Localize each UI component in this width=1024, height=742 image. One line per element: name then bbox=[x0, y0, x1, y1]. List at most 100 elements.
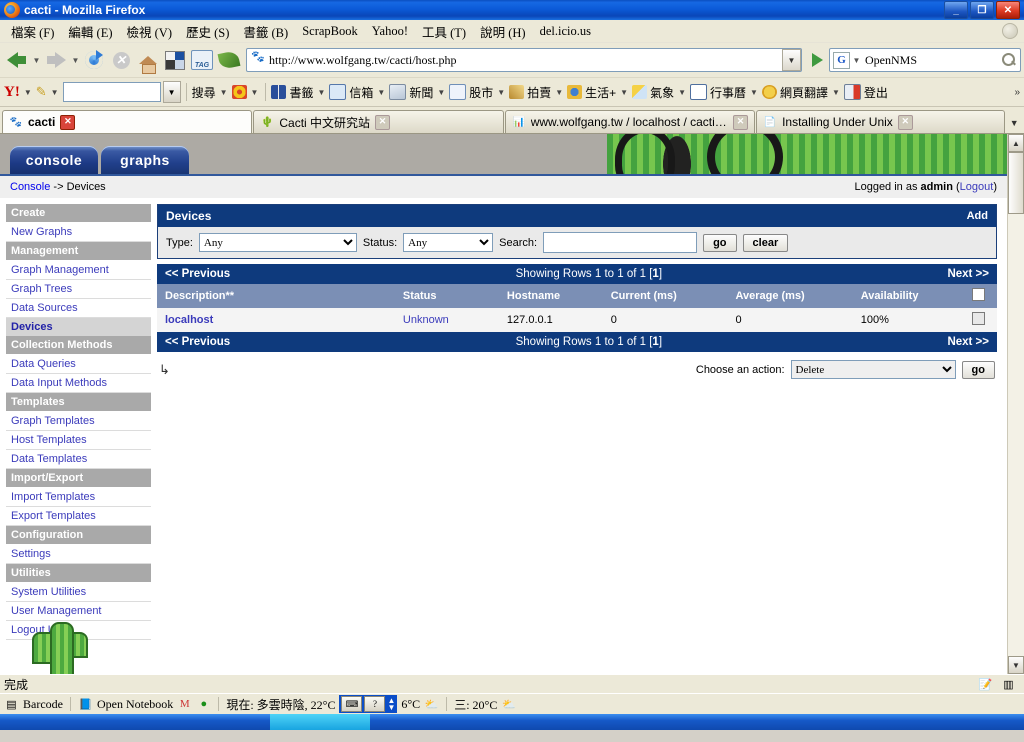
previous-page-link-top[interactable]: << Previous bbox=[165, 268, 230, 280]
power-icon[interactable]: ● bbox=[196, 697, 211, 711]
breadcrumb-link-console[interactable]: Console bbox=[10, 181, 50, 193]
scroll-down-button[interactable]: ▼ bbox=[1008, 656, 1024, 674]
tab-close-icon[interactable]: ✕ bbox=[897, 114, 913, 130]
column-average-ms[interactable]: Average (ms) bbox=[727, 284, 853, 308]
pencil-icon[interactable]: ✎ bbox=[36, 84, 47, 100]
add-device-link[interactable]: Add bbox=[967, 210, 988, 222]
notes-icon[interactable]: 📝 bbox=[977, 677, 994, 692]
ime-spinner-icon[interactable]: ▲ ▼ bbox=[387, 697, 395, 712]
address-dropdown-icon[interactable]: ▼ bbox=[782, 49, 801, 71]
sidebar-item-import-templates[interactable]: Import Templates bbox=[6, 488, 151, 507]
sidebar-item-data-queries[interactable]: Data Queries bbox=[6, 355, 151, 374]
yahoo-search-dropdown-icon[interactable]: ▼ bbox=[162, 81, 181, 103]
ime-keyboard-icon[interactable]: ⌨ bbox=[341, 696, 363, 712]
browser-tab-installing-under-unix[interactable]: 📄 Installing Under Unix ✕ bbox=[756, 110, 1006, 133]
menu-item-edit[interactable]: 編輯 (E) bbox=[61, 19, 119, 44]
yahoo-item-news[interactable]: 新聞 bbox=[389, 84, 433, 101]
open-notebook-label[interactable]: Open Notebook bbox=[97, 697, 173, 712]
tab-close-icon[interactable]: ✕ bbox=[60, 114, 76, 130]
yahoo-item-weather[interactable]: 氣象 bbox=[632, 84, 674, 101]
forward-dropdown-icon[interactable]: ▼ bbox=[71, 47, 80, 73]
page-scrollbar[interactable]: ▲ ▼ bbox=[1007, 134, 1024, 674]
action-go-button[interactable]: go bbox=[961, 360, 995, 379]
leaf-icon[interactable] bbox=[216, 47, 242, 73]
sidebar-item-host-templates[interactable]: Host Templates bbox=[6, 431, 151, 450]
browser-tab-cacti-chinese[interactable]: 🌵 Cacti 中文研究站 ✕ bbox=[253, 110, 504, 133]
reload-button[interactable] bbox=[81, 47, 107, 73]
google-engine-icon[interactable]: G bbox=[833, 51, 850, 69]
yahoo-item-mail[interactable]: 信箱 bbox=[329, 84, 373, 101]
sidebar-item-graph-trees[interactable]: Graph Trees bbox=[6, 280, 151, 299]
yahoo-item-bookmarks[interactable]: 書籤 bbox=[271, 84, 313, 101]
target-dropdown-icon[interactable]: ▼ bbox=[249, 88, 261, 97]
tab-console[interactable]: console bbox=[10, 146, 98, 174]
type-filter-select[interactable]: Any bbox=[198, 233, 357, 252]
cell-description[interactable]: localhost bbox=[157, 308, 395, 332]
menu-item-scrapbook[interactable]: ScrapBook bbox=[295, 21, 365, 42]
yahoo-item-translate[interactable]: 網頁翻譯 bbox=[761, 84, 828, 101]
next-page-link-top[interactable]: Next >> bbox=[947, 268, 989, 280]
column-status[interactable]: Status bbox=[394, 284, 499, 308]
menu-item-file[interactable]: 檔案 (F) bbox=[4, 19, 61, 44]
scrollbar-thumb[interactable] bbox=[1008, 152, 1024, 214]
sidebar-item-settings[interactable]: Settings bbox=[6, 545, 151, 564]
yahoo-logo-dropdown-icon[interactable]: ▼ bbox=[22, 88, 34, 97]
yahoo-item-life[interactable]: 生活+ bbox=[567, 84, 616, 101]
menu-item-tools[interactable]: 工具 (T) bbox=[415, 19, 473, 44]
column-current-ms[interactable]: Current (ms) bbox=[602, 284, 728, 308]
yahoo-item-logout[interactable]: 登出 bbox=[843, 84, 888, 101]
back-button[interactable] bbox=[3, 47, 31, 73]
logout-link[interactable]: Logout bbox=[960, 181, 994, 193]
row-select-checkbox[interactable] bbox=[972, 312, 986, 325]
panel-icon[interactable]: ▥ bbox=[1000, 677, 1017, 692]
search-filter-input[interactable] bbox=[543, 232, 698, 253]
next-page-link-bottom[interactable]: Next >> bbox=[947, 336, 989, 348]
tab-graphs[interactable]: graphs bbox=[101, 146, 189, 174]
back-dropdown-icon[interactable]: ▼ bbox=[32, 47, 41, 73]
barcode-label[interactable]: Barcode bbox=[23, 697, 63, 712]
sidebar-item-data-input-methods[interactable]: Data Input Methods bbox=[6, 374, 151, 393]
stock-dropdown-icon[interactable]: ▼ bbox=[495, 88, 507, 97]
browser-tab-phpmyadmin[interactable]: 📊 www.wolfgang.tw / localhost / cacti | … bbox=[504, 110, 756, 133]
column-availability[interactable]: Availability bbox=[852, 284, 961, 308]
menu-item-delicious[interactable]: del.icio.us bbox=[533, 21, 598, 42]
status-filter-select[interactable]: Any bbox=[403, 233, 494, 252]
yahoo-item-auction[interactable]: 拍賣 bbox=[509, 84, 551, 101]
split-browser-icon[interactable] bbox=[162, 47, 188, 73]
menu-item-bookmarks[interactable]: 書籤 (B) bbox=[236, 19, 295, 44]
address-bar[interactable]: http://www.wolfgang.tw/cacti/host.php ▼ bbox=[246, 48, 802, 72]
toolbar-overflow-icon[interactable]: » bbox=[1011, 87, 1020, 98]
choose-action-select[interactable]: Delete bbox=[790, 360, 956, 379]
sidebar-item-user-management[interactable]: User Management bbox=[6, 602, 151, 621]
menu-item-history[interactable]: 歷史 (S) bbox=[179, 19, 236, 44]
tag-icon[interactable]: TAG bbox=[189, 47, 215, 73]
pencil-dropdown-icon[interactable]: ▼ bbox=[49, 88, 61, 97]
menu-item-yahoo[interactable]: Yahoo! bbox=[365, 21, 415, 42]
column-description[interactable]: Description** bbox=[157, 284, 395, 308]
target-icon[interactable] bbox=[231, 85, 247, 99]
mail-dropdown-icon[interactable]: ▼ bbox=[375, 88, 387, 97]
gmail-icon[interactable]: M bbox=[177, 697, 192, 711]
search-icon[interactable] bbox=[1000, 51, 1018, 69]
filter-clear-button[interactable]: clear bbox=[742, 233, 789, 252]
menu-item-help[interactable]: 說明 (H) bbox=[473, 19, 532, 44]
yahoo-logo-icon[interactable]: Y! bbox=[4, 84, 20, 101]
yahoo-search-input[interactable] bbox=[62, 82, 161, 102]
browser-tab-cacti[interactable]: 🐾 cacti ✕ bbox=[2, 110, 253, 133]
sidebar-item-devices[interactable]: Devices bbox=[6, 318, 151, 336]
yahoo-search-label-dropdown-icon[interactable]: ▼ bbox=[218, 88, 230, 97]
auction-dropdown-icon[interactable]: ▼ bbox=[553, 88, 565, 97]
life-dropdown-icon[interactable]: ▼ bbox=[618, 88, 630, 97]
tab-close-icon[interactable]: ✕ bbox=[733, 114, 749, 130]
sidebar-item-system-utilities[interactable]: System Utilities bbox=[6, 583, 151, 602]
go-button[interactable] bbox=[806, 49, 828, 71]
tab-list-dropdown-icon[interactable]: ▼ bbox=[1006, 113, 1022, 133]
bookmarks-dropdown-icon[interactable]: ▼ bbox=[315, 88, 327, 97]
column-hostname[interactable]: Hostname bbox=[498, 284, 603, 308]
home-button[interactable] bbox=[135, 47, 161, 74]
sidebar-item-graph-templates[interactable]: Graph Templates bbox=[6, 412, 151, 431]
translate-dropdown-icon[interactable]: ▼ bbox=[830, 88, 842, 97]
maximize-button[interactable]: ❐ bbox=[970, 1, 994, 19]
tab-close-icon[interactable]: ✕ bbox=[375, 114, 391, 130]
close-button[interactable]: ✕ bbox=[996, 1, 1020, 19]
